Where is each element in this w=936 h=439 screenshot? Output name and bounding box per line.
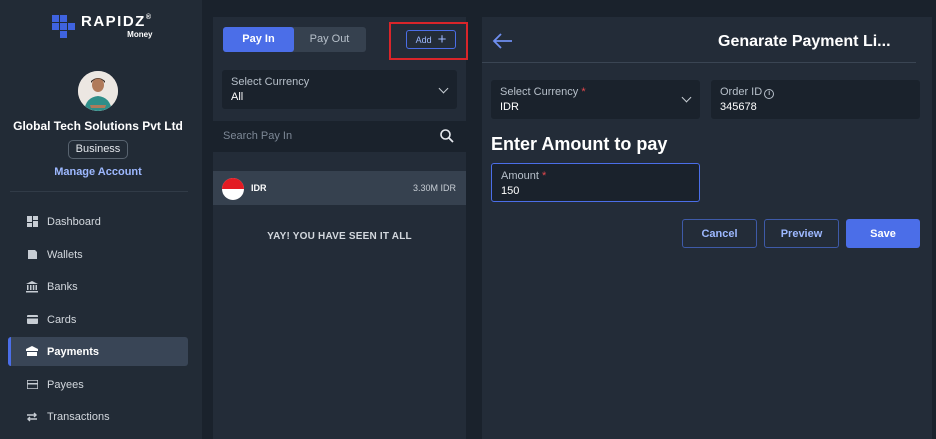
- rapidz-logo-icon: [52, 15, 76, 39]
- list-item-amount: 3.30M IDR: [412, 183, 456, 193]
- sidebar-item-payments[interactable]: Payments: [8, 337, 188, 366]
- bank-icon: [26, 280, 38, 293]
- order-id-label: Order ID: [720, 86, 763, 98]
- order-id-field[interactable]: Order ID i 345678: [711, 80, 920, 119]
- pay-direction-toggle: Pay In Pay Out: [223, 27, 366, 52]
- back-arrow-icon[interactable]: [492, 31, 514, 51]
- page-title: Genarate Payment Li...: [718, 33, 891, 50]
- add-button[interactable]: Add +: [406, 30, 456, 49]
- list-item-currency: IDR: [251, 183, 267, 193]
- required-mark: *: [581, 86, 586, 98]
- list-item[interactable]: IDR 3.30M IDR: [213, 171, 466, 205]
- amount-field[interactable]: Amount * 150: [491, 163, 700, 202]
- save-button[interactable]: Save: [846, 219, 920, 248]
- sidebar-item-cards[interactable]: Cards: [8, 305, 188, 334]
- sidebar-item-label: Transactions: [47, 410, 110, 423]
- title-divider: [482, 62, 916, 63]
- brand-logo[interactable]: RAPIDZ® Money: [52, 14, 153, 39]
- sidebar-item-label: Cards: [47, 313, 77, 326]
- sidebar-divider: [10, 191, 188, 192]
- sidebar-item-wallets[interactable]: Wallets: [8, 240, 188, 269]
- chevron-down-icon: [438, 83, 449, 94]
- account-type-badge: Business: [68, 140, 128, 159]
- payments-icon: [26, 346, 38, 358]
- end-of-list-message: YAY! YOU HAVE SEEN IT ALL: [267, 231, 412, 242]
- currency-select[interactable]: Select Currency * IDR: [491, 80, 700, 119]
- amount-section-title: Enter Amount to pay: [491, 134, 668, 154]
- sidebar-item-label: Payees: [47, 378, 84, 391]
- chevron-down-icon: [681, 92, 692, 103]
- brand-registered-mark: ®: [145, 14, 153, 21]
- payments-list-panel: Pay In Pay Out Add + Select Currency All…: [213, 17, 468, 439]
- card-icon: [26, 314, 38, 326]
- brand-name: RAPIDZ: [81, 13, 146, 30]
- indonesia-flag-icon: [222, 178, 244, 200]
- sidebar: RAPIDZ® Money Global Tech Solutions Pvt …: [0, 0, 202, 439]
- search-placeholder: Search Pay In: [223, 130, 293, 142]
- avatar[interactable]: [78, 71, 118, 111]
- plus-icon: +: [437, 31, 447, 48]
- sidebar-item-transactions[interactable]: Transactions: [8, 402, 188, 431]
- currency-filter-value: All: [231, 91, 244, 103]
- sidebar-item-banks[interactable]: Banks: [8, 272, 188, 301]
- required-mark: *: [541, 170, 547, 182]
- dashboard-icon: [26, 216, 38, 228]
- search-icon[interactable]: [440, 129, 454, 143]
- order-id-value: 345678: [720, 101, 757, 113]
- currency-filter-select[interactable]: Select Currency All: [222, 70, 457, 109]
- manage-account-link[interactable]: Manage Account: [0, 166, 196, 178]
- generate-payment-link-panel: Genarate Payment Li... Select Currency *…: [482, 17, 932, 439]
- sidebar-item-payees[interactable]: Payees: [8, 370, 188, 399]
- add-button-label: Add: [415, 34, 432, 45]
- currency-select-label: Select Currency: [500, 86, 579, 98]
- transactions-icon: [26, 411, 38, 423]
- sidebar-item-label: Payments: [47, 345, 99, 358]
- tab-pay-in[interactable]: Pay In: [223, 27, 294, 52]
- brand-sub: Money: [127, 30, 153, 39]
- sidebar-item-dashboard[interactable]: Dashboard: [8, 207, 188, 236]
- cancel-button[interactable]: Cancel: [682, 219, 757, 248]
- sidebar-item-label: Dashboard: [47, 215, 101, 228]
- company-name: Global Tech Solutions Pvt Ltd: [13, 119, 183, 133]
- info-icon[interactable]: i: [764, 89, 775, 99]
- payees-icon: [26, 379, 38, 391]
- sidebar-item-label: Wallets: [47, 248, 83, 261]
- preview-button[interactable]: Preview: [764, 219, 839, 248]
- wallet-icon: [26, 249, 38, 261]
- search-field[interactable]: Search Pay In: [213, 121, 466, 152]
- tab-pay-out[interactable]: Pay Out: [294, 27, 365, 52]
- currency-filter-label: Select Currency: [231, 76, 310, 88]
- amount-value: 150: [501, 185, 520, 197]
- sidebar-item-label: Banks: [47, 280, 78, 293]
- currency-select-value: IDR: [500, 101, 519, 113]
- amount-label: Amount: [501, 170, 539, 182]
